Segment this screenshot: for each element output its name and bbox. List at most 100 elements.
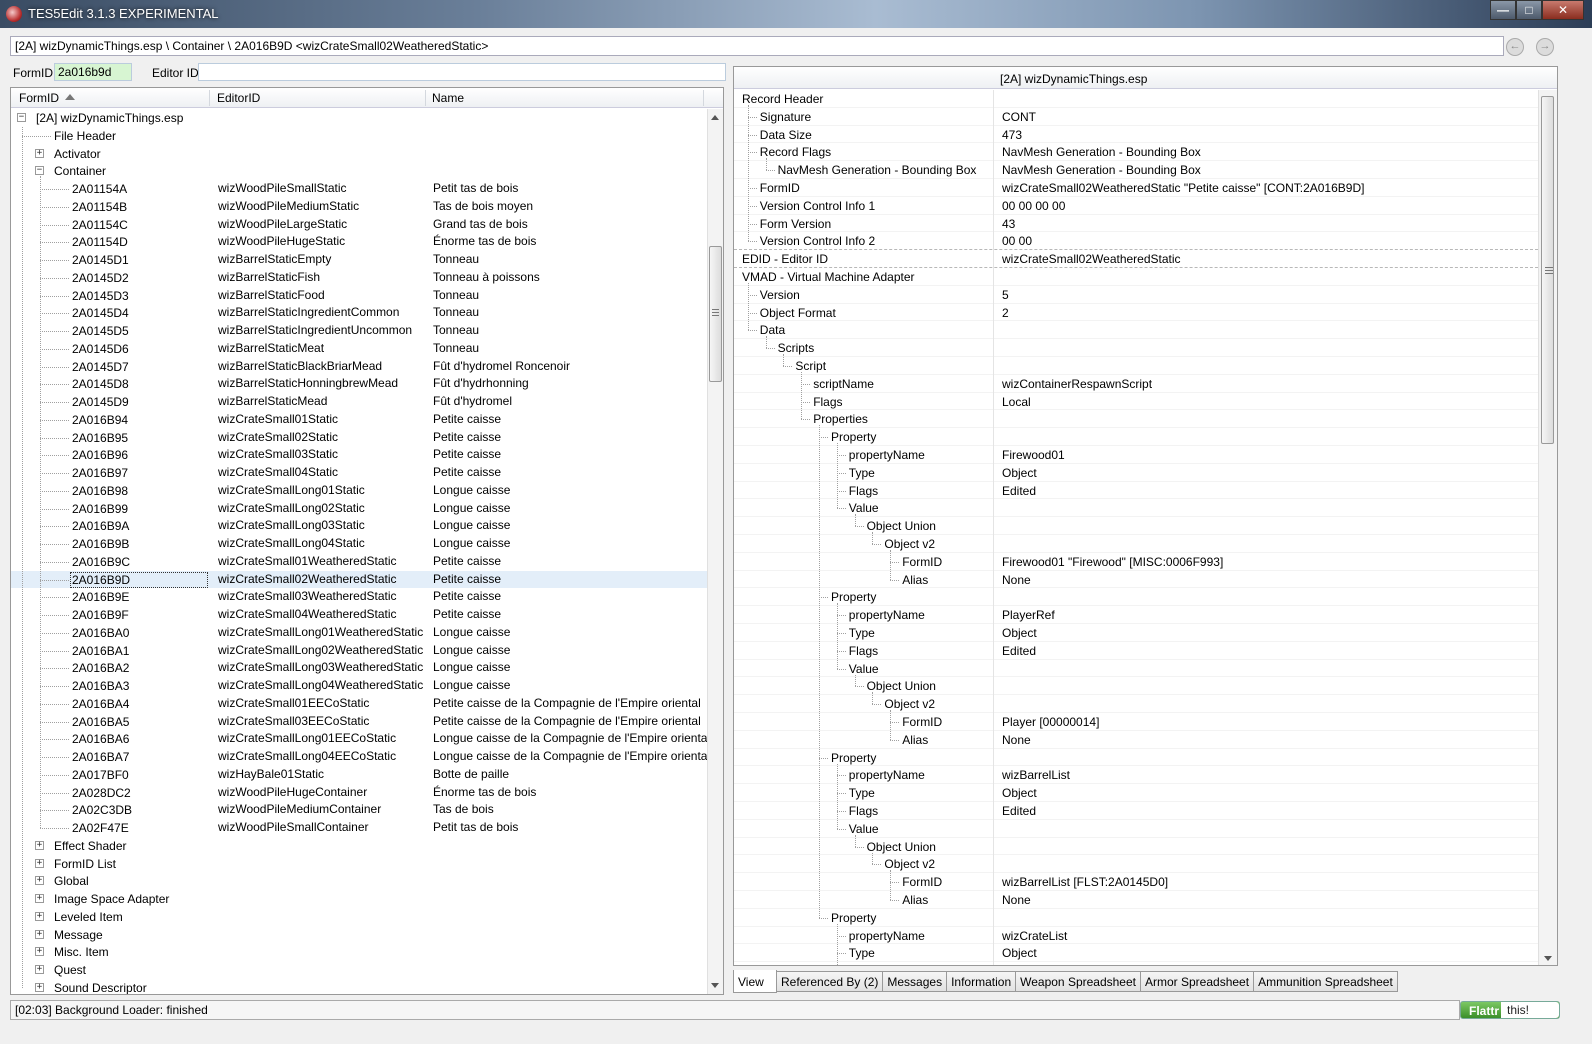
table-row[interactable]: 2A0145D4 wizBarrelStaticIngredientCommon T…	[11, 304, 707, 322]
expand-icon[interactable]: +	[35, 929, 44, 939]
record-field-row[interactable]: Property	[734, 749, 1538, 767]
forward-arrow-icon[interactable]: →	[1536, 38, 1554, 56]
expand-icon[interactable]: +	[35, 148, 44, 158]
record-field-row[interactable]: Type Object	[734, 944, 1538, 963]
record-field-row[interactable]: Signature CONT	[734, 108, 1538, 126]
field-value[interactable]: 00 00	[1002, 234, 1032, 248]
record-field-row[interactable]: FormID wizBarrelList [FLST:2A0145D0]	[734, 873, 1538, 891]
record-field-row[interactable]: Flags Edited	[734, 962, 1538, 965]
record-field-row[interactable]: Type Object	[734, 464, 1538, 482]
field-value[interactable]: Object	[1002, 946, 1037, 960]
table-row[interactable]: 2A016B98 wizCrateSmallLong01Static Longue …	[11, 482, 707, 500]
field-value[interactable]: PlayerRef	[1002, 608, 1055, 622]
field-value[interactable]: wizContainerRespawnScript	[1002, 377, 1152, 391]
field-value[interactable]: Firewood01 "Firewood" [MISC:0006F993]	[1002, 555, 1223, 569]
table-row[interactable]: 2A016B9E wizCrateSmall03WeatheredStatic Pe…	[11, 588, 707, 606]
record-field-row[interactable]: Alias None	[734, 731, 1538, 749]
expand-icon[interactable]: +	[35, 858, 44, 868]
scroll-up-icon[interactable]	[711, 115, 719, 120]
field-value[interactable]: None	[1002, 573, 1031, 587]
expand-icon[interactable]: +	[35, 894, 44, 903]
field-value[interactable]: Player [00000014]	[1002, 715, 1099, 729]
tree-scrollbar[interactable]	[707, 109, 723, 994]
record-field-row[interactable]: Data	[734, 321, 1538, 340]
table-row[interactable]: 2A016BA6 wizCrateSmallLong01EECoStatic Lon…	[11, 730, 707, 748]
record-field-row[interactable]: Record Flags NavMesh Generation - Boundin…	[734, 143, 1538, 162]
scroll-thumb[interactable]	[1541, 96, 1554, 444]
record-field-row[interactable]: propertyName PlayerRef	[734, 606, 1538, 624]
record-scrollbar[interactable]	[1538, 90, 1557, 965]
table-row[interactable]: 2A016B9C wizCrateSmall01WeatheredStatic Pe…	[11, 553, 707, 571]
record-field-row[interactable]: Property	[734, 588, 1538, 607]
flattr-button[interactable]: Flattr this!	[1460, 1001, 1560, 1019]
field-value[interactable]: None	[1002, 733, 1031, 747]
tab-referenced-by[interactable]: Referenced By (2)	[777, 971, 884, 992]
record-field-row[interactable]: Flags Edited	[734, 482, 1538, 500]
expand-icon[interactable]: +	[35, 965, 44, 974]
table-row[interactable]: 2A0145D8 wizBarrelStaticHonningbrewMead Fû…	[11, 375, 707, 393]
field-value[interactable]: Object	[1002, 626, 1037, 640]
table-row[interactable]: 2A016B9A wizCrateSmallLong03Static Longue …	[11, 517, 707, 535]
table-row[interactable]: 2A016B95 wizCrateSmall02Static Petite cais…	[11, 429, 707, 447]
tree-node[interactable]: + Global	[11, 872, 707, 890]
tree-node[interactable]: − Container	[11, 162, 707, 180]
table-row[interactable]: 2A016B9F wizCrateSmall04WeatheredStatic Pe…	[11, 606, 707, 624]
table-row[interactable]: 2A016B99 wizCrateSmallLong02Static Longue …	[11, 500, 707, 518]
record-field-row[interactable]: Version 5	[734, 286, 1538, 304]
record-field-row[interactable]: Version Control Info 2 00 00	[734, 232, 1538, 251]
expand-icon[interactable]: +	[35, 876, 44, 886]
table-row[interactable]: 2A016BA7 wizCrateSmallLong04EECoStatic Lon…	[11, 748, 707, 766]
record-field-row[interactable]: NavMesh Generation - Bounding Box NavMesh…	[734, 161, 1538, 179]
table-row[interactable]: 2A02F47E wizWoodPileSmallContainer Petit t…	[11, 819, 707, 837]
table-row[interactable]: 2A01154B wizWoodPileMediumStatic Tas de bo…	[11, 198, 707, 216]
record-field-row[interactable]: propertyName Firewood01	[734, 446, 1538, 464]
field-value[interactable]: Local	[1002, 395, 1031, 409]
tab-armor-spreadsheet[interactable]: Armor Spreadsheet	[1141, 971, 1255, 992]
record-field-row[interactable]: Object Format 2	[734, 304, 1538, 322]
field-value[interactable]: Object	[1002, 466, 1037, 480]
table-row[interactable]: 2A0145D5 wizBarrelStaticIngredientUncommo…	[11, 322, 707, 340]
table-row[interactable]: 2A0145D1 wizBarrelStaticEmpty Tonneau	[11, 251, 707, 269]
record-field-row[interactable]: propertyName wizCrateList	[734, 927, 1538, 945]
tree-node[interactable]: − [2A] wizDynamicThings.esp	[11, 109, 707, 127]
record-field-row[interactable]: Property	[734, 428, 1538, 446]
back-arrow-icon[interactable]: ←	[1506, 38, 1524, 56]
record-field-row[interactable]: Flags Edited	[734, 642, 1538, 660]
record-field-row[interactable]: propertyName wizBarrelList	[734, 766, 1538, 785]
tab-information[interactable]: Information	[947, 971, 1017, 992]
tree-node[interactable]: + Image Space Adapter	[11, 890, 707, 908]
table-row[interactable]: 2A016BA0 wizCrateSmallLong01WeatheredStat…	[11, 624, 707, 642]
tree-node[interactable]: + Effect Shader	[11, 837, 707, 855]
scroll-down-icon[interactable]	[1544, 956, 1552, 961]
editorid-filter-input[interactable]	[198, 63, 726, 81]
record-field-row[interactable]: Form Version 43	[734, 215, 1538, 233]
tab-view[interactable]: View	[733, 970, 777, 993]
record-field-row[interactable]: Type Object	[734, 784, 1538, 802]
expand-icon[interactable]: +	[35, 947, 44, 957]
record-field-row[interactable]: Flags Local	[734, 393, 1538, 411]
maximize-icon[interactable]: □	[1516, 0, 1542, 20]
table-row[interactable]: 2A016B96 wizCrateSmall03Static Petite cais…	[11, 446, 707, 464]
field-value[interactable]: Edited	[1002, 964, 1036, 965]
tree-node[interactable]: + Sound Descriptor	[11, 979, 707, 994]
table-row[interactable]: 2A016BA3 wizCrateSmallLong04WeatheredStat…	[11, 677, 707, 695]
record-field-row[interactable]: Flags Edited	[734, 802, 1538, 820]
table-row[interactable]: 2A016B94 wizCrateSmall01Static Petite cais…	[11, 411, 707, 429]
record-field-row[interactable]: Object v2	[734, 695, 1538, 713]
table-row[interactable]: 2A01154C wizWoodPileLargeStatic Grand tas …	[11, 216, 707, 234]
table-row[interactable]: 2A016BA4 wizCrateSmall01EECoStatic Petite …	[11, 695, 707, 713]
record-field-row[interactable]: Object v2	[734, 535, 1538, 553]
field-value[interactable]: Edited	[1002, 804, 1036, 818]
column-header-editorid[interactable]: EditorID	[217, 91, 260, 105]
field-value[interactable]: NavMesh Generation - Bounding Box	[1002, 163, 1201, 177]
formid-filter-input[interactable]: 2a016b9d	[54, 63, 132, 81]
table-row[interactable]: 2A01154A wizWoodPileSmallStatic Petit tas …	[11, 180, 707, 198]
record-field-row[interactable]: FormID wizCrateSmall02WeatheredStatic "Pe…	[734, 179, 1538, 197]
field-value[interactable]: Firewood01	[1002, 448, 1065, 462]
tab-weapon-spreadsheet[interactable]: Weapon Spreadsheet	[1016, 971, 1141, 992]
tree-node[interactable]: + Quest	[11, 961, 707, 979]
scroll-thumb[interactable]	[709, 246, 722, 382]
record-field-row[interactable]: Alias None	[734, 891, 1538, 909]
record-field-row[interactable]: Properties	[734, 410, 1538, 429]
record-field-row[interactable]: Version Control Info 1 00 00 00 00	[734, 197, 1538, 215]
